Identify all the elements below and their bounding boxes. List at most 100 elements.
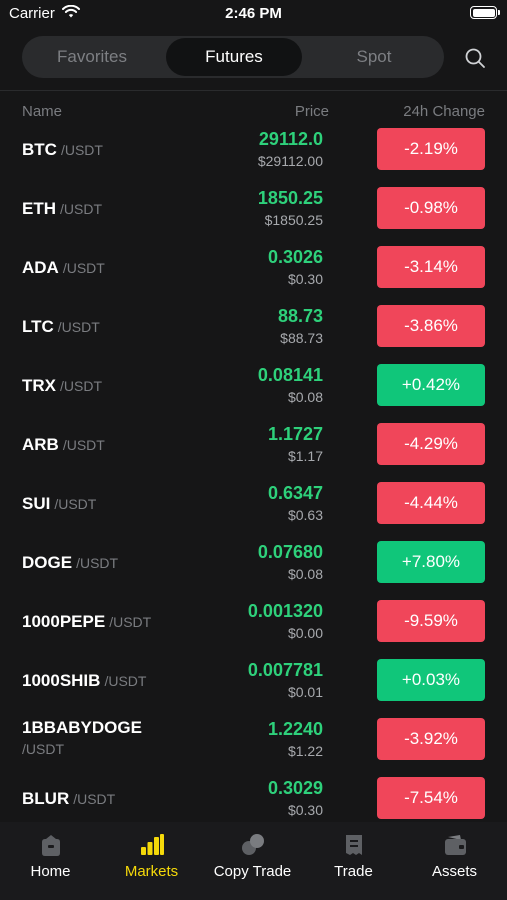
market-row[interactable]: ADA/USDT 0.3026 $0.30 -3.14% [0,238,507,297]
market-row[interactable]: DOGE/USDT 0.07680 $0.08 +7.80% [0,533,507,592]
last-price: 1850.25 [257,188,323,208]
base-symbol: BTC [22,140,57,159]
market-row[interactable]: 1BBABYDOGE/USDT 1.2240 $1.22 -3.92% [0,710,507,769]
market-row[interactable]: TRX/USDT 0.08141 $0.08 +0.42% [0,356,507,415]
change-badge[interactable]: -4.44% [377,482,485,524]
quote-symbol: /USDT [57,319,100,335]
usd-price: $1.22 [287,743,323,759]
base-symbol: ARB [22,435,59,454]
last-price: 29112.0 [258,129,323,149]
clock: 2:46 PM [225,5,282,22]
market-row[interactable]: SUI/USDT 0.6347 $0.63 -4.44% [0,474,507,533]
nav-markets-label: Markets [124,863,179,880]
change-badge[interactable]: +7.80% [377,541,485,583]
change-badge[interactable]: -2.19% [377,128,485,170]
market-row[interactable]: ARB/USDT 1.1727 $1.17 -4.29% [0,415,507,474]
base-symbol: BLUR [22,789,70,808]
home-icon [41,835,60,856]
change-badge[interactable]: -3.14% [377,246,485,288]
change-badge[interactable]: -4.29% [377,423,485,465]
column-header-price[interactable]: Price [295,103,329,120]
nav-assets-label: Assets [431,863,477,880]
market-row[interactable]: BLUR/USDT 0.3029 $0.30 -7.54% [0,769,507,828]
status-bar: Carrier 2:46 PM [0,0,507,28]
bottom-nav: Home Markets Copy Trade Trade Assets [0,822,507,900]
market-row[interactable]: BTC/USDT 29112.0 $29112.00 -2.19% [0,120,507,179]
battery-icon [470,6,500,19]
nav-copy-trade[interactable]: Copy Trade [202,822,303,900]
last-price: 0.3026 [267,247,323,267]
market-row[interactable]: 1000SHIB/USDT 0.007781 $0.01 +0.03% [0,651,507,710]
nav-markets[interactable]: Markets [101,822,202,900]
usd-price: $0.01 [287,684,323,700]
nav-home-label: Home [30,863,71,880]
change-badge[interactable]: +0.42% [377,364,485,406]
pair-name: ARB/USDT [22,435,105,455]
base-symbol: ETH [22,199,56,218]
base-symbol: ADA [22,258,59,277]
pair-name: BLUR/USDT [22,789,115,809]
tab-favorites[interactable]: Favorites [24,38,160,76]
quote-symbol: /USDT [54,496,97,512]
usd-price: $1850.25 [264,212,323,228]
base-symbol: 1BBABYDOGE [22,718,142,737]
market-row[interactable]: LTC/USDT 88.73 $88.73 -3.86% [0,297,507,356]
last-price: 0.3029 [267,778,323,798]
base-symbol: 1000PEPE [22,612,106,631]
base-symbol: LTC [22,317,54,336]
pair-name: ADA/USDT [22,258,105,278]
last-price: 0.6347 [267,483,323,503]
markets-icon [140,834,164,855]
last-price: 1.2240 [267,719,323,739]
nav-trade[interactable]: Trade [303,822,404,900]
usd-price: $0.30 [287,271,323,287]
last-price: 1.1727 [267,424,323,444]
pair-name: DOGE/USDT [22,553,118,573]
change-badge[interactable]: -3.92% [377,718,485,760]
nav-copy-trade-label: Copy Trade [213,863,292,880]
change-badge[interactable]: -7.54% [377,777,485,819]
quote-symbol: /USDT [104,673,147,689]
change-badge[interactable]: -0.98% [377,187,485,229]
last-price: 88.73 [277,306,323,326]
pair-name: TRX/USDT [22,376,102,396]
usd-price: $0.63 [287,507,323,523]
column-header-change[interactable]: 24h Change [403,103,485,120]
quote-symbol: /USDT [60,378,102,394]
pair-name: 1BBABYDOGE/USDT [22,718,142,757]
last-price: 0.001320 [247,601,323,621]
market-type-tabs: Favorites Futures Spot [22,36,444,78]
usd-price: $29112.00 [257,153,323,169]
pair-name: BTC/USDT [22,140,103,160]
usd-price: $0.08 [287,389,323,405]
change-badge[interactable]: -3.86% [377,305,485,347]
base-symbol: DOGE [22,553,73,572]
nav-home[interactable]: Home [0,822,101,900]
usd-price: $0.08 [287,566,323,582]
wallet-icon [444,835,466,855]
last-price: 0.08141 [257,365,323,385]
tab-spot[interactable]: Spot [306,38,442,76]
market-row[interactable]: ETH/USDT 1850.25 $1850.25 -0.98% [0,179,507,238]
trade-icon [345,835,362,855]
search-icon[interactable] [464,47,486,69]
nav-assets[interactable]: Assets [404,822,505,900]
tab-futures[interactable]: Futures [166,38,302,76]
usd-price: $88.73 [280,330,323,346]
usd-price: $0.30 [287,802,323,818]
quote-symbol: /USDT [62,260,105,276]
column-header-name[interactable]: Name [22,103,62,120]
pair-name: SUI/USDT [22,494,96,514]
change-badge[interactable]: -9.59% [377,600,485,642]
usd-price: $0.00 [287,625,323,641]
quote-symbol: /USDT [76,555,119,571]
pair-name: ETH/USDT [22,199,102,219]
header-divider [0,90,507,91]
pair-name: 1000SHIB/USDT [22,671,146,691]
quote-symbol: /USDT [109,614,152,630]
quote-symbol: /USDT [60,201,102,217]
quote-symbol: /USDT [22,741,64,757]
market-row[interactable]: 1000PEPE/USDT 0.001320 $0.00 -9.59% [0,592,507,651]
copy-trade-icon [241,834,264,855]
change-badge[interactable]: +0.03% [377,659,485,701]
